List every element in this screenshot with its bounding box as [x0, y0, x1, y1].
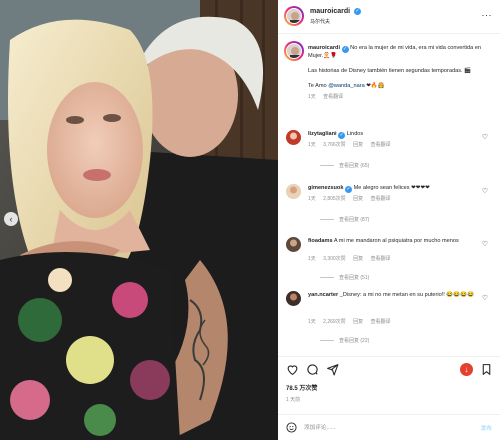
- comment-time: 1天: [308, 319, 316, 325]
- comment-meta: 1天 2,805次赞 回复 查看翻译: [308, 195, 397, 202]
- comment-body: A mi me mandaron al psiquiatra por mucho…: [333, 238, 459, 244]
- post-action-bar: ↓: [278, 356, 500, 382]
- comment-avatar-image: [286, 291, 301, 306]
- instagram-post-view: ‹ mauroicardi ✓ 马尔代夫 ··· mauroicardi ✓ N…: [0, 0, 500, 440]
- comment-like-count[interactable]: 2,269次赞: [323, 319, 346, 325]
- comment-avatar-image: [286, 184, 301, 199]
- emoji-smiley-icon[interactable]: [286, 422, 297, 433]
- likes-count[interactable]: 78.5 万次赞: [286, 383, 317, 392]
- comment-time: 1天: [308, 256, 316, 262]
- comment-body: Me alegro sean felices ❤❤❤❤: [353, 185, 430, 191]
- caption-verified-icon: ✓: [341, 46, 349, 53]
- verified-badge-icon: ✓: [354, 8, 361, 15]
- comment-body: _Disney: a mi no me metan en su puterio!…: [339, 292, 475, 298]
- comment-avatar[interactable]: [286, 130, 301, 145]
- comment-composer: 发布: [278, 414, 500, 440]
- comment-translate-link[interactable]: 查看翻译: [370, 256, 390, 262]
- comment-like-heart-icon[interactable]: ♡: [482, 294, 488, 302]
- avatar[interactable]: [286, 8, 302, 24]
- post-location[interactable]: 马尔代夫: [310, 18, 330, 25]
- post-header: mauroicardi ✓ 马尔代夫 ···: [278, 0, 500, 34]
- comment-username[interactable]: gimenezsuok: [308, 185, 343, 191]
- comment-meta: 1天 3,300次赞 回复 查看翻译: [308, 255, 397, 262]
- caption-translate-link[interactable]: 查看翻译: [323, 94, 343, 100]
- comment-body: Lindos: [346, 131, 364, 137]
- view-replies-button[interactable]: 查看回复 (22): [320, 337, 369, 344]
- comment-reply-button[interactable]: 回复: [353, 319, 363, 325]
- post-username[interactable]: mauroicardi: [310, 8, 350, 15]
- post-side-panel: mauroicardi ✓ 马尔代夫 ··· mauroicardi ✓ No …: [278, 0, 500, 440]
- view-replies-button[interactable]: 查看回复 (65): [320, 162, 369, 169]
- comment-like-heart-icon[interactable]: ♡: [482, 133, 488, 141]
- comment-translate-link[interactable]: 查看翻译: [370, 196, 390, 202]
- view-replies-button[interactable]: 查看回复 (51): [320, 274, 369, 281]
- comment-input[interactable]: [304, 422, 464, 434]
- comment-translate-link[interactable]: 查看翻译: [370, 319, 390, 325]
- comment-item: gimenezsuok ✓ Me alegro sean felices ❤❤❤…: [284, 184, 494, 228]
- comment-text: gimenezsuok ✓ Me alegro sean felices ❤❤❤…: [308, 184, 478, 193]
- previous-photo-button[interactable]: ‹: [4, 212, 18, 226]
- comment-like-heart-icon[interactable]: ♡: [482, 240, 488, 248]
- comment-like-count[interactable]: 2,805次赞: [323, 196, 346, 202]
- comment-verified-icon: ✓: [345, 186, 352, 193]
- comment-avatar[interactable]: [286, 237, 301, 252]
- post-comment-button[interactable]: 发布: [481, 424, 492, 432]
- view-replies-button[interactable]: 查看回复 (87): [320, 216, 369, 223]
- post-date: 1 天前: [286, 397, 301, 403]
- caption-line-2: Las historias de Disney también tienen s…: [308, 68, 472, 74]
- more-options-icon[interactable]: ···: [482, 10, 493, 20]
- comment-avatar-image: [286, 130, 301, 145]
- comment-text: yan.ncarter _Disney: a mi no me metan en…: [308, 291, 478, 299]
- caption-line-3-prefix: Te Amo: [308, 83, 329, 89]
- comment-username[interactable]: lizytagliani: [308, 131, 337, 137]
- comment-avatar-image: [286, 237, 301, 252]
- comment-meta: 1天 3,766次赞 回复 查看翻译: [308, 141, 397, 148]
- comment-avatar[interactable]: [286, 184, 301, 199]
- comment-item: fioadams A mi me mandaron al psiquiatra …: [284, 237, 494, 281]
- comment-translate-link[interactable]: 查看翻译: [370, 142, 390, 148]
- comment-reply-button[interactable]: 回复: [353, 196, 363, 202]
- post-caption: mauroicardi ✓ No era la mujer de mi vida…: [308, 44, 492, 101]
- comment-like-count[interactable]: 3,766次赞: [323, 142, 346, 148]
- caption-mention-link[interactable]: @wanda_nara: [328, 83, 364, 89]
- comment-meta: 1天 2,269次赞 回复 查看翻译: [308, 318, 397, 325]
- comment-text: lizytagliani ✓ Lindos: [308, 130, 478, 139]
- download-icon[interactable]: ↓: [460, 363, 473, 376]
- comment-time: 1天: [308, 142, 316, 148]
- comment-text: fioadams A mi me mandaron al psiquiatra …: [308, 237, 478, 245]
- comment-bubble-icon[interactable]: [306, 363, 319, 376]
- caption-username[interactable]: mauroicardi: [308, 45, 340, 51]
- comment-like-heart-icon[interactable]: ♡: [482, 187, 488, 195]
- comment-reply-button[interactable]: 回复: [353, 256, 363, 262]
- caption-time: 1天: [308, 94, 316, 100]
- comment-item: lizytagliani ✓ Lindos 1天 3,766次赞 回复 查看翻译…: [284, 130, 494, 174]
- comment-item: yan.ncarter _Disney: a mi no me metan en…: [284, 291, 494, 347]
- post-photo[interactable]: ‹: [0, 0, 278, 440]
- comment-time: 1天: [308, 196, 316, 202]
- caption-avatar[interactable]: [286, 43, 302, 59]
- comment-username[interactable]: yan.ncarter: [308, 292, 338, 298]
- like-heart-icon[interactable]: [286, 363, 299, 376]
- save-bookmark-icon[interactable]: [480, 363, 493, 376]
- share-send-icon[interactable]: [326, 363, 339, 376]
- comment-reply-button[interactable]: 回复: [353, 142, 363, 148]
- post-photo-image: [0, 0, 278, 440]
- comment-username[interactable]: fioadams: [308, 238, 333, 244]
- comment-like-count[interactable]: 3,300次赞: [323, 256, 346, 262]
- caption-line-3-suffix: ❤🔥👸: [364, 83, 385, 89]
- comment-avatar[interactable]: [286, 291, 301, 306]
- comment-verified-icon: ✓: [338, 132, 346, 139]
